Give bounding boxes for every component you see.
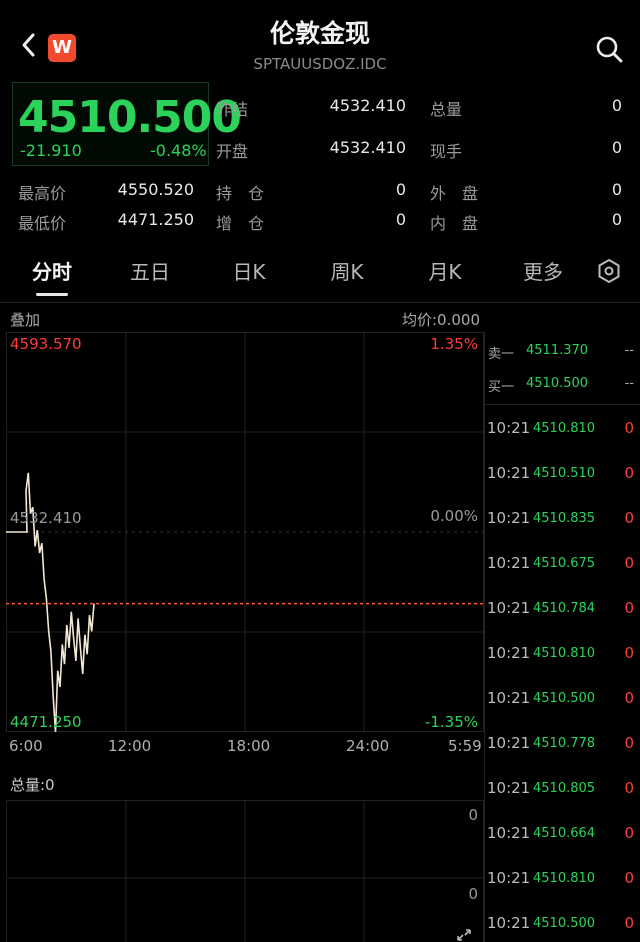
prev-close-label: 昨结 <box>216 100 249 119</box>
tick-price: 4510.810 <box>533 421 596 436</box>
last-price: 4510.500 <box>18 92 242 143</box>
tick-time: 10:21 <box>487 824 531 842</box>
overlay-button[interactable]: 叠加 <box>10 309 40 330</box>
tab-weekly-k[interactable]: 周K <box>307 256 387 285</box>
tick-price: 4510.675 <box>533 556 596 571</box>
tick-volume: 0 <box>624 824 634 842</box>
y-axis-top-pct: 1.35% <box>430 335 478 353</box>
page-title: 伦敦金现 <box>269 19 370 48</box>
tick-time: 10:21 <box>487 599 531 617</box>
tab-more[interactable]: 更多 <box>503 256 583 285</box>
x-axis-label-12: 12:00 <box>108 737 152 755</box>
y-axis-mid-price: 4532.410 <box>10 509 82 527</box>
tick-time: 10:21 <box>487 419 531 437</box>
y-axis-top-price: 4593.570 <box>10 335 82 353</box>
ask1-label: 卖一 <box>488 347 515 362</box>
tick-price: 4510.510 <box>533 466 596 481</box>
tick-price: 4510.805 <box>533 781 596 796</box>
tab-five-day[interactable]: 五日 <box>110 256 190 285</box>
volume-label: 总量:0 <box>10 776 55 794</box>
tick-volume: 0 <box>624 419 634 437</box>
tick-time: 10:21 <box>487 554 531 572</box>
tick-time: 10:21 <box>487 869 531 887</box>
tab-intraday[interactable]: 分时 <box>12 256 92 285</box>
volume-mid-label: 0 <box>468 885 478 903</box>
x-axis-label-24: 24:00 <box>346 737 390 755</box>
price-change-pct: -0.48% <box>150 141 207 160</box>
tick-volume: 0 <box>624 689 634 707</box>
tick-time: 10:21 <box>487 644 531 662</box>
tick-volume: 0 <box>624 464 634 482</box>
tick-price: 4510.835 <box>533 511 596 526</box>
expand-icon[interactable] <box>456 928 472 942</box>
volume-chart <box>6 800 484 942</box>
x-axis-label-start: 6:00 <box>9 737 43 755</box>
total-volume-value: 0 <box>611 96 622 115</box>
tick-price: 4510.810 <box>533 646 596 661</box>
tab-daily-k[interactable]: 日K <box>209 256 289 285</box>
tick-price: 4510.500 <box>533 916 596 931</box>
tab-monthly-k[interactable]: 月K <box>405 256 485 285</box>
x-axis-label-18: 18:00 <box>227 737 271 755</box>
total-volume-label: 总量 <box>430 100 463 119</box>
instrument-code: SPTAUUSDOZ.IDC <box>253 55 387 73</box>
open-label: 开盘 <box>216 142 249 161</box>
price-change: -21.910 <box>20 141 82 160</box>
tick-volume: 0 <box>624 554 634 572</box>
y-axis-bottom-pct: -1.35% <box>424 713 478 731</box>
ask1-volume: -- <box>624 343 634 358</box>
chart-settings-button[interactable] <box>596 258 622 284</box>
volume-top-label: 0 <box>468 806 478 824</box>
tick-volume: 0 <box>624 734 634 752</box>
ask1-price: 4511.370 <box>526 343 589 358</box>
outer-value: 0 <box>611 180 622 199</box>
intraday-chart[interactable] <box>6 332 484 732</box>
active-tab-indicator <box>36 293 68 296</box>
tick-time: 10:21 <box>487 914 531 932</box>
high-label: 最高价 <box>18 184 67 203</box>
bid1-price: 4510.500 <box>526 376 589 391</box>
low-label: 最低价 <box>18 214 67 233</box>
low-value: 4471.250 <box>117 210 194 229</box>
tick-volume: 0 <box>624 509 634 527</box>
tick-volume: 0 <box>624 599 634 617</box>
prev-close-value: 4532.410 <box>329 96 406 115</box>
y-axis-bottom-price: 4471.250 <box>10 713 82 731</box>
tick-time: 10:21 <box>487 779 531 797</box>
inner-label: 内 盘 <box>430 214 479 233</box>
inner-value: 0 <box>611 210 622 229</box>
tick-price: 4510.784 <box>533 601 596 616</box>
tabs-divider <box>0 302 640 303</box>
tick-time: 10:21 <box>487 509 531 527</box>
bid1-label: 买一 <box>488 380 515 395</box>
tick-volume: 0 <box>624 914 634 932</box>
tick-time: 10:21 <box>487 689 531 707</box>
add-position-value: 0 <box>395 210 406 229</box>
tick-time: 10:21 <box>487 464 531 482</box>
search-button[interactable] <box>594 34 624 64</box>
tick-price: 4510.664 <box>533 826 596 841</box>
tick-price: 4510.500 <box>533 691 596 706</box>
tick-volume: 0 <box>624 869 634 887</box>
position-label: 持 仓 <box>216 184 265 203</box>
high-value: 4550.520 <box>117 180 194 199</box>
hexagon-settings-icon <box>598 258 620 284</box>
outer-label: 外 盘 <box>430 184 479 203</box>
y-axis-mid-pct: 0.00% <box>430 507 478 525</box>
tick-time: 10:21 <box>487 734 531 752</box>
search-icon <box>596 36 623 63</box>
tick-volume: 0 <box>624 644 634 662</box>
position-value: 0 <box>395 180 406 199</box>
x-axis-label-end: 5:59 <box>448 737 482 755</box>
order-book-divider <box>484 404 640 405</box>
bid1-volume: -- <box>624 376 634 391</box>
current-volume-value: 0 <box>611 138 622 157</box>
add-position-label: 增 仓 <box>216 214 265 233</box>
tick-volume: 0 <box>624 779 634 797</box>
open-value: 4532.410 <box>329 138 406 157</box>
tick-price: 4510.778 <box>533 736 596 751</box>
current-volume-label: 现手 <box>430 142 463 161</box>
tick-price: 4510.810 <box>533 871 596 886</box>
avg-price-label: 均价:0.000 <box>402 311 480 329</box>
